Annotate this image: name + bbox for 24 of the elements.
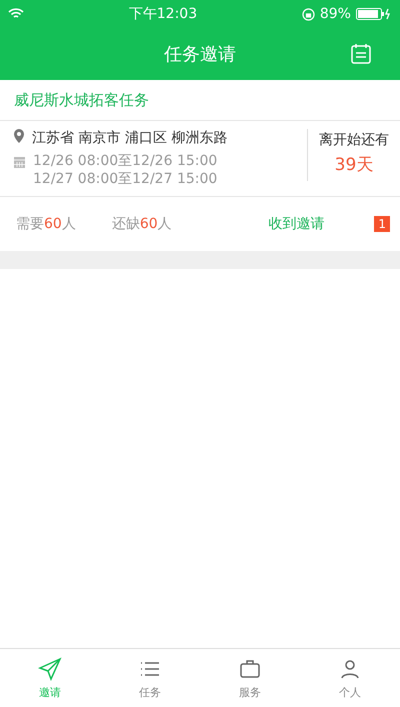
calendar-icon[interactable] [350,43,372,65]
tab-bar-item[interactable]: 服务 [200,649,300,707]
send-icon [38,656,62,680]
countdown-days: 39天 [334,153,374,176]
people-needed: 需要60人 [16,215,76,233]
invites-received-link[interactable]: 收到邀请 [268,215,324,233]
tab-bar-item[interactable]: 任务 [100,649,200,707]
calendar-icon [14,156,25,168]
location-pin-icon [14,129,24,143]
task-title[interactable]: 威尼斯水城拓客任务 [14,91,149,109]
rotation-lock-icon [302,8,315,20]
wifi-icon [8,8,24,20]
tab-bar-item[interactable]: 个人 [300,649,400,707]
invite-count-badge: 1 [374,216,390,232]
task-address: 江苏省 南京市 浦口区 柳洲东路 [32,129,228,147]
task-date-range: 12/26 08:00至12/26 15:00 [33,152,218,170]
battery-icon [356,8,392,20]
page-title: 任务邀请 [164,43,236,66]
status-time: 下午12:03 [128,5,198,23]
people-short: 还缺60人 [112,215,172,233]
battery-percent: 89% [320,6,351,22]
countdown-label: 离开始还有 [319,131,389,149]
task-date-range: 12/27 08:00至12/27 15:00 [33,170,218,188]
tab-bar-item[interactable]: 邀请 [0,649,100,707]
